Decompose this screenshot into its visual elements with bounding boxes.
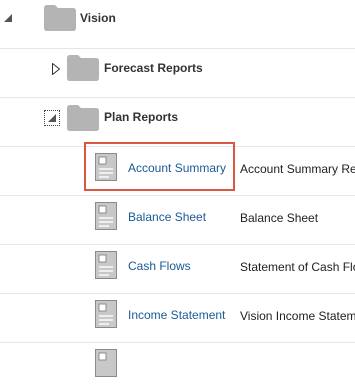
folder-label-forecast-reports: Forecast Reports bbox=[104, 61, 203, 75]
folder-label-plan-reports: Plan Reports bbox=[104, 110, 179, 124]
report-document-icon[interactable] bbox=[95, 153, 117, 181]
report-description: Vision Income Statem bbox=[240, 309, 355, 323]
tree-row-plan-reports[interactable]: Plan Reports bbox=[0, 98, 355, 147]
report-description: Statement of Cash Flo bbox=[240, 260, 355, 274]
report-row-account-summary[interactable]: Account Summary Account Summary Re bbox=[0, 147, 355, 196]
report-row-cash-flows[interactable]: Cash Flows Statement of Cash Flo bbox=[0, 245, 355, 294]
report-row-partial[interactable] bbox=[0, 343, 355, 392]
folder-icon bbox=[44, 5, 76, 31]
report-link-account-summary[interactable]: Account Summary bbox=[128, 161, 226, 175]
tree-row-vision[interactable]: Vision bbox=[0, 0, 355, 49]
report-link-balance-sheet[interactable]: Balance Sheet bbox=[128, 210, 206, 224]
folder-label-vision: Vision bbox=[80, 11, 116, 25]
report-document-icon[interactable] bbox=[95, 349, 117, 377]
report-row-balance-sheet[interactable]: Balance Sheet Balance Sheet bbox=[0, 196, 355, 245]
report-document-icon[interactable] bbox=[95, 251, 117, 279]
folder-icon bbox=[67, 105, 99, 131]
report-row-income-statement[interactable]: Income Statement Vision Income Statem bbox=[0, 294, 355, 343]
report-link-income-statement[interactable]: Income Statement bbox=[128, 308, 225, 322]
report-document-icon[interactable] bbox=[95, 202, 117, 230]
folder-icon bbox=[67, 55, 99, 81]
expanded-triangle-icon[interactable] bbox=[2, 12, 14, 24]
collapsed-triangle-icon[interactable] bbox=[50, 63, 62, 75]
tree-row-forecast-reports[interactable]: Forecast Reports bbox=[0, 49, 355, 98]
report-description: Account Summary Re bbox=[240, 162, 355, 176]
report-description: Balance Sheet bbox=[240, 211, 319, 225]
report-document-icon[interactable] bbox=[95, 300, 117, 328]
expanded-triangle-icon[interactable] bbox=[44, 110, 60, 126]
report-link-cash-flows[interactable]: Cash Flows bbox=[128, 259, 191, 273]
